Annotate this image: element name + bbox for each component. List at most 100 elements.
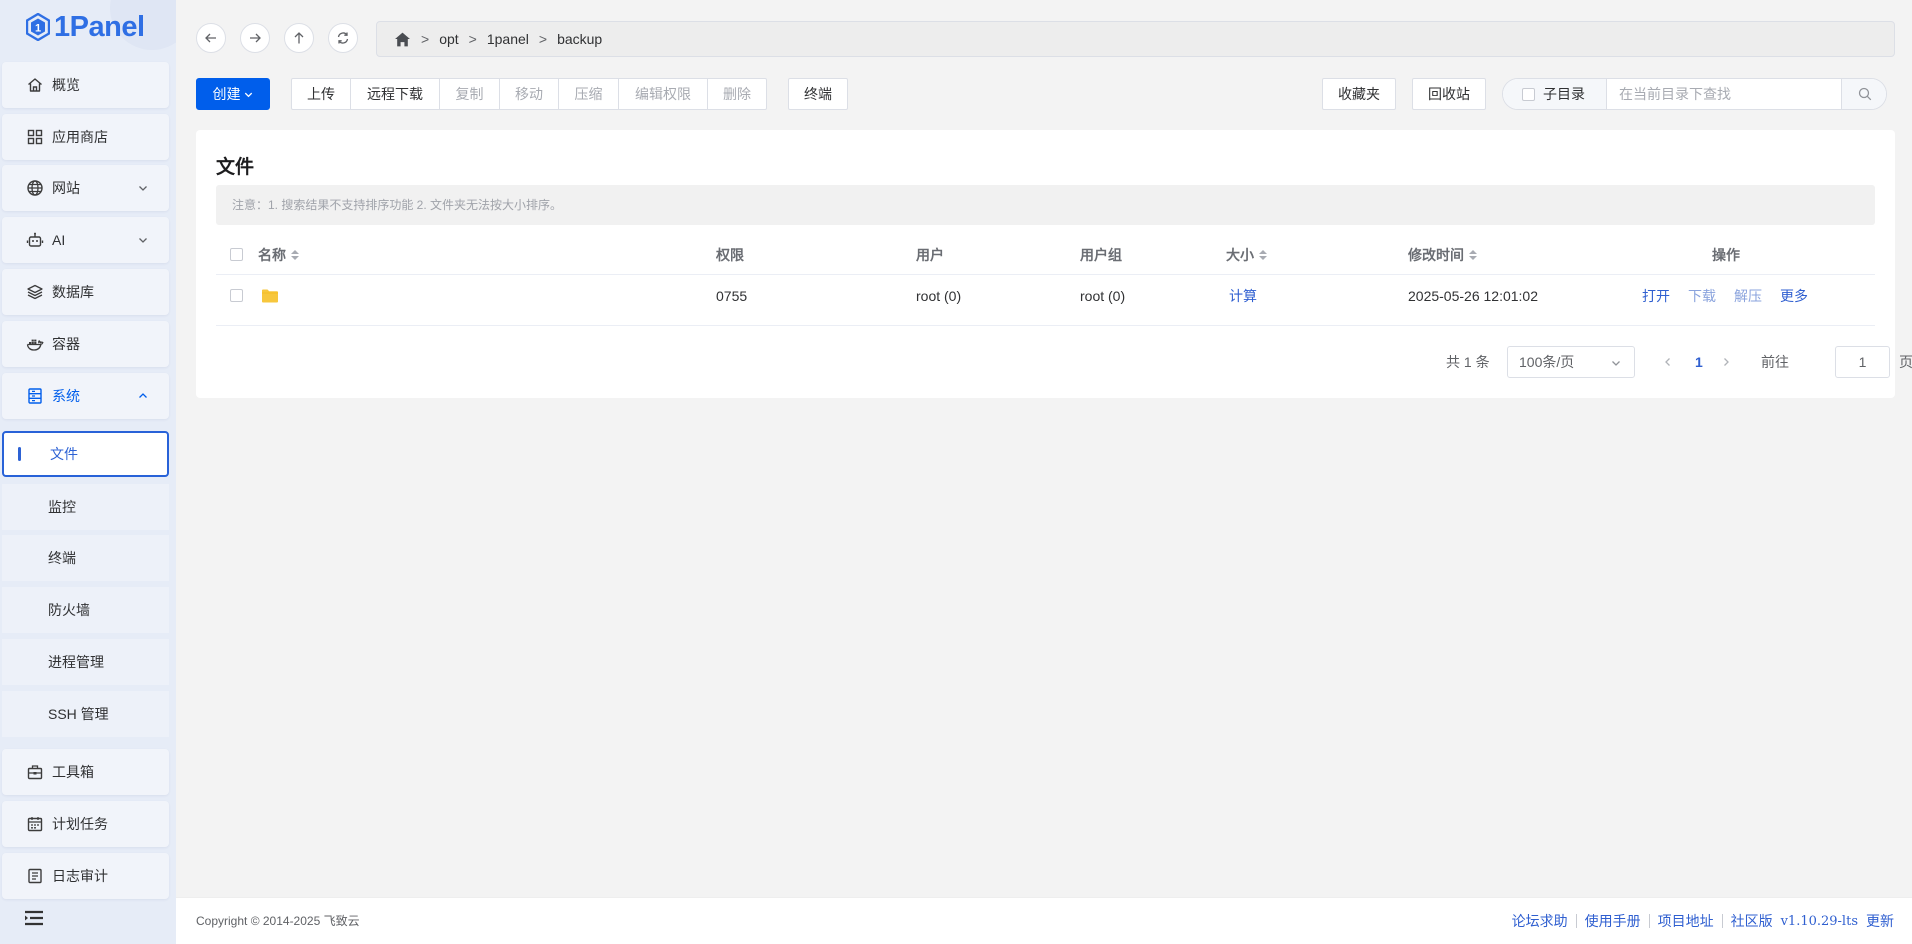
column-header-label: 修改时间 — [1408, 246, 1464, 263]
log-icon — [26, 867, 44, 885]
toolbox-icon — [26, 763, 44, 781]
sidebar-item-toolbox[interactable]: 工具箱 — [2, 749, 169, 795]
menu-collapse-icon[interactable] — [24, 910, 44, 926]
docker-icon — [26, 335, 44, 353]
sidebar-item-cron[interactable]: 计划任务 — [2, 801, 169, 847]
row-checkbox[interactable] — [230, 275, 243, 316]
sidebar-subitem-process[interactable]: 进程管理 — [2, 639, 169, 685]
delete-button[interactable]: 删除 — [707, 78, 767, 110]
checkbox-box — [230, 248, 243, 261]
sidebar-subitem-files[interactable]: 文件 — [2, 431, 169, 477]
community-edition-link[interactable]: 社区版 — [1723, 911, 1777, 931]
sidebar-subitem-monitor[interactable]: 监控 — [2, 484, 169, 530]
search-button[interactable] — [1841, 79, 1886, 109]
favorites-button[interactable]: 收藏夹 — [1322, 78, 1396, 110]
search-input[interactable] — [1607, 79, 1841, 109]
sidebar-item-label: 数据库 — [52, 284, 94, 300]
chevron-down-icon — [137, 182, 149, 194]
column-header-modified[interactable]: 修改时间 — [1408, 234, 1477, 275]
page-size-select[interactable]: 100条/页 — [1507, 346, 1635, 378]
sidebar-subitem-terminal[interactable]: 终端 — [2, 535, 169, 581]
download-link[interactable]: 下载 — [1688, 275, 1716, 316]
page-title: 文件 — [216, 157, 255, 178]
column-header-actions: 操作 — [1712, 246, 1740, 263]
subdir-label: 子目录 — [1543, 86, 1585, 102]
decompress-link[interactable]: 解压 — [1734, 275, 1762, 316]
calculate-size-link[interactable]: 计算 — [1229, 275, 1257, 316]
update-link[interactable]: 更新 — [1866, 911, 1902, 931]
sidebar-subitem-label: 防火墙 — [48, 602, 90, 618]
breadcrumb-segment-backup[interactable]: backup — [557, 31, 602, 47]
chevron-down-icon — [137, 234, 149, 246]
table-divider — [216, 325, 1875, 326]
calendar-icon — [26, 815, 44, 833]
terminal-button[interactable]: 终端 — [788, 78, 848, 110]
move-button[interactable]: 移动 — [499, 78, 559, 110]
arrow-right-icon — [248, 31, 262, 45]
breadcrumb-segment-1panel[interactable]: 1panel — [487, 31, 529, 47]
sidebar-item-label: 日志审计 — [52, 868, 108, 884]
remote-download-button[interactable]: 远程下载 — [350, 78, 440, 110]
forum-help-link[interactable]: 论坛求助 — [1504, 911, 1576, 931]
sidebar-item-app-store[interactable]: 应用商店 — [2, 114, 169, 160]
sidebar-item-website[interactable]: 网站 — [2, 165, 169, 211]
open-link[interactable]: 打开 — [1642, 275, 1670, 316]
group-cell[interactable]: root (0) — [1080, 275, 1125, 316]
breadcrumb-segment-opt[interactable]: opt — [439, 31, 458, 47]
create-button[interactable]: 创建 — [196, 78, 270, 110]
refresh-button[interactable] — [328, 23, 358, 53]
sidebar-item-system[interactable]: 系统 — [2, 373, 169, 419]
goto-label: 前往 — [1761, 354, 1789, 370]
logo-text: 1Panel — [54, 11, 145, 43]
selected-indicator — [18, 447, 21, 461]
breadcrumb-separator: > — [538, 31, 548, 47]
user-cell[interactable]: root (0) — [916, 275, 961, 316]
sidebar-subitem-label: 监控 — [48, 499, 76, 515]
sidebar-subitem-ssh[interactable]: SSH 管理 — [2, 691, 169, 737]
goto-page-input[interactable] — [1835, 346, 1890, 378]
sidebar-item-container[interactable]: 容器 — [2, 321, 169, 367]
breadcrumb-separator: > — [421, 31, 430, 47]
sidebar-subitem-label: 终端 — [48, 550, 76, 566]
up-directory-button[interactable] — [284, 23, 314, 53]
version-label[interactable]: v1.10.29-lts — [1777, 914, 1866, 929]
sidebar-item-database[interactable]: 数据库 — [2, 269, 169, 315]
column-header-label: 名称 — [258, 246, 286, 263]
sidebar-item-label: AI — [52, 232, 66, 248]
compress-button[interactable]: 压缩 — [558, 78, 619, 110]
page-number-current[interactable]: 1 — [1695, 346, 1703, 378]
sidebar-item-log-audit[interactable]: 日志审计 — [2, 853, 169, 899]
column-header-name[interactable]: 名称 — [258, 234, 299, 275]
column-header-label: 大小 — [1226, 246, 1254, 263]
footer-links: 论坛求助 使用手册 项目地址 社区版 v1.10.29-lts 更新 — [1504, 911, 1902, 931]
recycle-bin-button[interactable]: 回收站 — [1412, 78, 1486, 110]
forward-button[interactable] — [240, 23, 270, 53]
column-header-size[interactable]: 大小 — [1226, 234, 1267, 275]
back-button[interactable] — [196, 23, 226, 53]
user-manual-link[interactable]: 使用手册 — [1577, 911, 1649, 931]
sidebar-item-ai[interactable]: AI — [2, 217, 169, 263]
sort-icon — [1469, 249, 1477, 260]
sort-icon — [291, 249, 299, 260]
sidebar-subitem-firewall[interactable]: 防火墙 — [2, 587, 169, 633]
upload-button[interactable]: 上传 — [291, 78, 351, 110]
project-link[interactable]: 项目地址 — [1650, 911, 1722, 931]
folder-icon — [261, 288, 279, 304]
subdir-checkbox[interactable]: 子目录 — [1503, 79, 1607, 109]
breadcrumb: > opt > 1panel > backup — [376, 21, 1895, 57]
home-icon[interactable] — [394, 31, 411, 48]
permission-cell[interactable]: 0755 — [716, 275, 747, 316]
column-header-user: 用户 — [916, 246, 944, 263]
sidebar-item-overview[interactable]: 概览 — [2, 62, 169, 108]
logo[interactable]: 1 1Panel — [26, 10, 145, 44]
file-name-cell[interactable] — [261, 275, 287, 316]
copy-button[interactable]: 复制 — [439, 78, 500, 110]
prev-page-button[interactable] — [1662, 346, 1674, 378]
modified-time-cell: 2025-05-26 12:01:02 — [1408, 287, 1538, 304]
more-link[interactable]: 更多 — [1780, 275, 1808, 316]
edit-permission-button[interactable]: 编辑权限 — [618, 78, 708, 110]
next-page-button[interactable] — [1720, 346, 1732, 378]
refresh-icon — [336, 31, 350, 45]
select-all-checkbox[interactable] — [230, 234, 243, 275]
chevron-right-icon — [1720, 356, 1732, 368]
